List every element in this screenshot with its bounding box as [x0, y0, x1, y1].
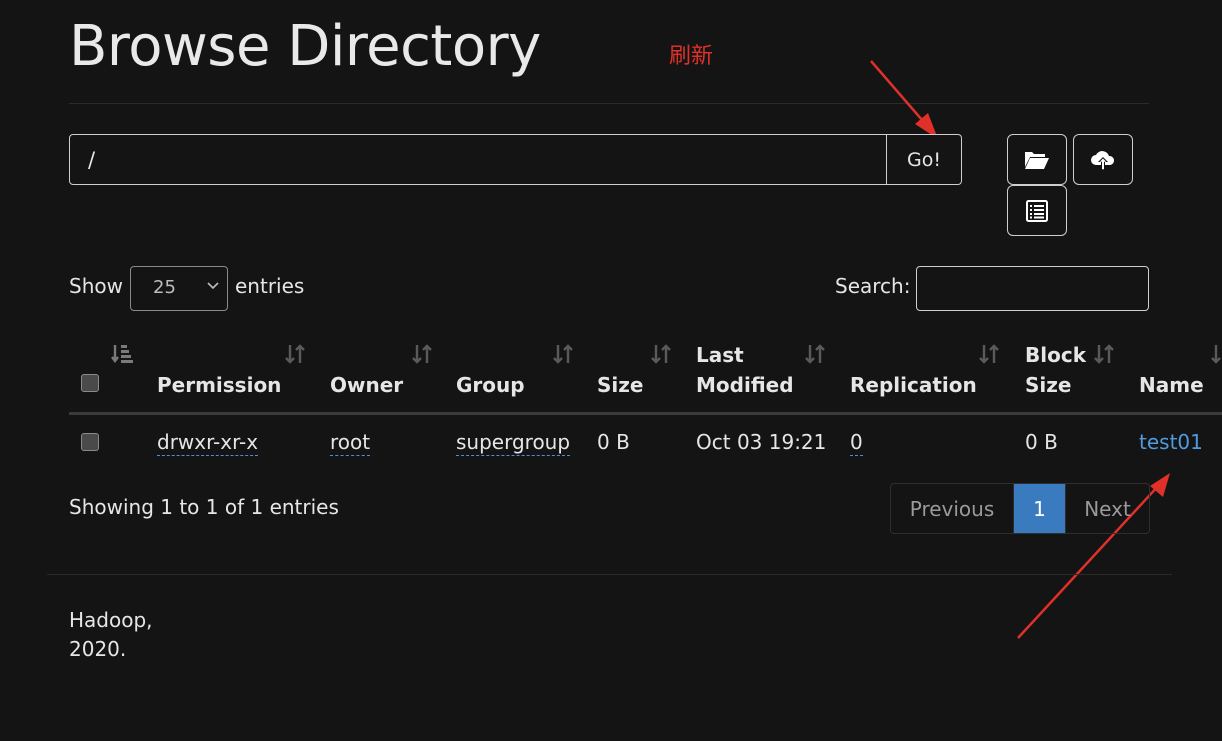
sort-icon[interactable]	[650, 343, 672, 365]
column-header-name[interactable]: Name	[1139, 370, 1204, 400]
column-header-permission[interactable]: Permission	[157, 370, 281, 400]
entries-per-page-value: 25	[153, 277, 176, 298]
go-button[interactable]: Go!	[887, 134, 962, 185]
list-icon	[1026, 199, 1048, 222]
column-header-size[interactable]: Size	[597, 370, 643, 400]
sort-asc-icon[interactable]	[111, 343, 135, 365]
column-header-block-size[interactable]: Block Size	[1025, 340, 1086, 400]
row-checkbox[interactable]	[81, 433, 99, 451]
pagination: Previous 1 Next	[890, 483, 1150, 534]
sort-icon[interactable]	[411, 343, 433, 365]
search-input[interactable]	[916, 266, 1149, 311]
sort-icon[interactable]	[978, 343, 1000, 365]
group-cell[interactable]: supergroup	[456, 430, 571, 456]
column-header-block-size-line2: Size	[1025, 373, 1072, 397]
entries-per-page-select[interactable]: 25	[130, 266, 228, 311]
last-modified-cell: Oct 03 19:21	[696, 430, 827, 454]
column-header-block-size-line1: Block	[1025, 343, 1086, 367]
column-header-last-modified-line1: Last	[696, 343, 744, 367]
show-label: Show	[69, 274, 123, 298]
select-all-checkbox[interactable]	[81, 374, 99, 392]
replication-cell[interactable]: 0	[850, 430, 863, 456]
arrow-to-go-button	[870, 60, 938, 139]
sort-icon[interactable]	[1210, 343, 1222, 365]
footer-line-2: 2020.	[69, 637, 127, 661]
column-header-replication[interactable]: Replication	[850, 370, 977, 400]
column-header-last-modified-line2: Modified	[696, 373, 794, 397]
path-bar: Go!	[69, 134, 962, 185]
permission-cell[interactable]: drwxr-xr-x	[157, 430, 259, 456]
sort-icon[interactable]	[552, 343, 574, 365]
entries-label: entries	[235, 274, 305, 298]
folder-open-icon	[1025, 151, 1049, 169]
column-header-group[interactable]: Group	[456, 370, 525, 400]
search-label: Search:	[835, 274, 911, 298]
sort-icon[interactable]	[284, 343, 306, 365]
column-header-owner[interactable]: Owner	[330, 370, 403, 400]
name-link[interactable]: test01	[1139, 428, 1203, 456]
create-directory-button[interactable]	[1007, 134, 1067, 185]
block-size-cell: 0 B	[1025, 430, 1058, 454]
column-header-last-modified[interactable]: Last Modified	[696, 340, 794, 400]
chevron-down-icon	[207, 282, 219, 290]
directory-list-button[interactable]	[1007, 185, 1067, 236]
table-header-divider	[69, 412, 1222, 415]
sort-icon[interactable]	[804, 343, 826, 365]
footer-line-1: Hadoop,	[69, 608, 153, 632]
table-info: Showing 1 to 1 of 1 entries	[69, 495, 339, 519]
upload-button[interactable]	[1073, 134, 1133, 185]
size-cell: 0 B	[597, 430, 630, 454]
footer-divider	[47, 574, 1172, 575]
owner-cell[interactable]: root	[330, 430, 371, 456]
next-page-button[interactable]: Next	[1065, 484, 1149, 533]
previous-page-button[interactable]: Previous	[891, 484, 1014, 533]
cloud-upload-icon	[1091, 150, 1115, 170]
sort-icon[interactable]	[1093, 343, 1115, 365]
path-input[interactable]	[69, 134, 887, 185]
page-1-button[interactable]: 1	[1014, 484, 1065, 533]
